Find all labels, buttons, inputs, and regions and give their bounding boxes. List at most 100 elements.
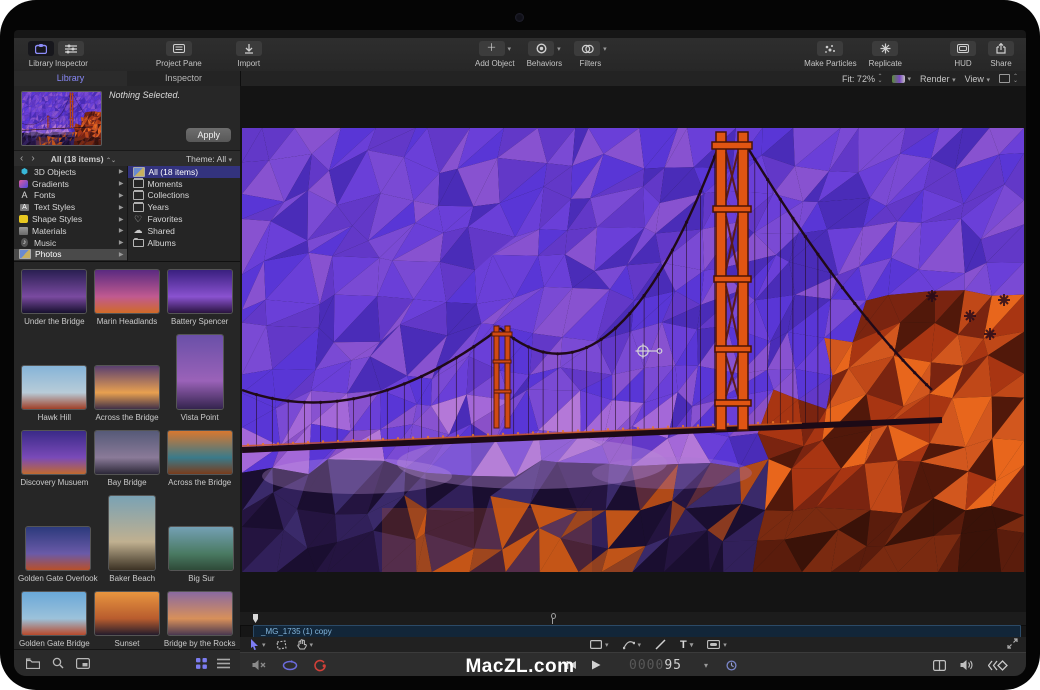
category-icon xyxy=(19,238,30,247)
rectangle-tool[interactable]: ▾ xyxy=(590,640,609,649)
playhead-icon[interactable] xyxy=(253,614,258,623)
photo-item[interactable]: Sunset xyxy=(91,592,164,648)
photo-thumbnail[interactable] xyxy=(95,270,159,313)
category-row[interactable]: Music ▶ xyxy=(14,237,127,249)
tab-inspector[interactable]: Inspector xyxy=(127,71,240,86)
layout-control[interactable]: ⌃⌄ xyxy=(999,74,1018,83)
browser-title[interactable]: All (18 items) ⌃⌄ xyxy=(51,154,116,164)
project-artwork[interactable] xyxy=(242,128,1024,572)
anchor-point-control[interactable] xyxy=(635,343,665,364)
album-row[interactable]: Years xyxy=(128,201,241,213)
category-row[interactable]: Shape Styles ▶ xyxy=(14,213,127,225)
album-row[interactable]: All (18 items) xyxy=(128,166,241,178)
project-pane-button[interactable]: Project Pane xyxy=(156,41,202,68)
library-button[interactable]: Library xyxy=(28,41,54,68)
render-menu[interactable]: Render ▾ xyxy=(920,74,956,84)
timeline-marker-icon[interactable] xyxy=(550,613,555,624)
photo-item[interactable]: Bay Bridge xyxy=(91,431,164,487)
photo-item[interactable]: Under the Bridge xyxy=(18,270,91,326)
inspector-button[interactable]: Inspector xyxy=(55,41,88,68)
mini-timeline-ruler[interactable] xyxy=(240,612,1026,626)
photo-item[interactable]: Battery Spencer xyxy=(163,270,236,326)
back-arrow-icon[interactable]: ‹ xyxy=(20,153,31,164)
photo-thumbnail[interactable] xyxy=(168,431,232,474)
text-tool[interactable]: T▾ xyxy=(680,639,693,651)
line-tool[interactable] xyxy=(655,639,666,650)
import-button[interactable]: Import xyxy=(236,41,262,68)
album-row[interactable]: Collections xyxy=(128,190,241,202)
photo-item[interactable]: Big Sur xyxy=(167,527,236,583)
photo-grid: Under the Bridge Marin Headlands Battery… xyxy=(14,262,240,650)
macbook-mockup: Library Inspector Project Pane xyxy=(0,0,1040,690)
album-row[interactable]: Favorites xyxy=(128,213,241,225)
filters-button[interactable]: ▾ Filters xyxy=(574,41,607,68)
expand-timeline-icon[interactable] xyxy=(1007,638,1018,652)
select-tool[interactable]: ▾ xyxy=(250,639,266,650)
add-object-button[interactable]: ＋▾ Add Object xyxy=(475,41,515,68)
photo-thumbnail[interactable] xyxy=(95,592,159,635)
view-menu[interactable]: View ▾ xyxy=(965,74,990,84)
behaviors-button[interactable]: ▾ Behaviors xyxy=(527,41,563,68)
make-particles-icon xyxy=(817,41,843,56)
project-pane-icon xyxy=(166,41,192,56)
photo-thumbnail[interactable] xyxy=(22,366,86,409)
photo-thumbnail[interactable] xyxy=(169,527,233,570)
album-row[interactable]: Shared xyxy=(128,225,241,237)
canvas-status-bar: Fit: 72% ⌃⌄ ▾ Render ▾ View ▾ ⌃⌄ xyxy=(241,71,1026,86)
hand-tool[interactable]: ▾ xyxy=(297,639,314,650)
photo-item[interactable]: Discovery Musuem xyxy=(18,431,91,487)
album-icon xyxy=(133,215,144,224)
photo-thumbnail[interactable] xyxy=(168,592,232,635)
photo-thumbnail[interactable] xyxy=(22,270,86,313)
category-label: Materials xyxy=(32,226,66,236)
photo-item[interactable]: Vista Point xyxy=(163,335,236,422)
replicate-label: Replicate xyxy=(869,59,902,68)
photo-item[interactable]: Baker Beach xyxy=(98,496,167,583)
theme-menu[interactable]: Theme: All ▾ xyxy=(186,154,232,164)
bezier-tool[interactable]: ▾ xyxy=(623,639,642,650)
category-row[interactable]: Gradients ▶ xyxy=(14,178,127,190)
photo-item[interactable]: Hawk Hill xyxy=(18,366,91,422)
fit-zoom-control[interactable]: Fit: 72% ⌃⌄ xyxy=(842,74,883,84)
canvas-area[interactable] xyxy=(240,86,1026,612)
photo-thumbnail[interactable] xyxy=(109,496,155,570)
photo-item[interactable]: Bridge by the Rocks xyxy=(163,592,236,648)
photo-thumbnail[interactable] xyxy=(26,527,90,570)
category-row[interactable]: 3D Objects ▶ xyxy=(14,166,127,178)
category-icon xyxy=(19,167,30,176)
forward-arrow-icon[interactable]: › xyxy=(31,153,42,164)
replicate-button[interactable]: Replicate xyxy=(869,41,902,68)
photo-thumbnail[interactable] xyxy=(22,431,86,474)
share-button[interactable]: Share xyxy=(988,41,1014,68)
photo-item[interactable]: Golden Gate Bridge xyxy=(18,592,91,648)
category-row[interactable]: Photos ▶ xyxy=(14,249,127,261)
photo-item[interactable]: Golden Gate Overlook xyxy=(18,527,98,583)
photo-item[interactable]: Across the Bridge xyxy=(163,431,236,487)
hud-button[interactable]: HUD xyxy=(950,41,976,68)
photo-thumbnail[interactable] xyxy=(22,592,86,635)
apply-button[interactable]: Apply xyxy=(186,128,231,142)
library-icon xyxy=(28,41,54,56)
photo-item[interactable]: Across the Bridge xyxy=(91,366,164,422)
photo-thumbnail[interactable] xyxy=(95,366,159,409)
album-row[interactable]: Albums xyxy=(128,237,241,249)
tool-bar: ▾ ▾ ▾ ▾ T▾ xyxy=(240,637,1026,652)
category-label: Shape Styles xyxy=(32,214,82,224)
tab-library[interactable]: Library xyxy=(14,71,127,86)
photo-label: Golden Gate Overlook xyxy=(18,574,98,583)
transform-tool[interactable] xyxy=(276,640,287,650)
album-row[interactable]: Moments xyxy=(128,178,241,190)
photo-thumbnail[interactable] xyxy=(95,431,159,474)
make-particles-button[interactable]: Make Particles xyxy=(804,41,856,68)
photo-thumbnail[interactable] xyxy=(168,270,232,313)
album-label: Years xyxy=(148,202,169,212)
category-row[interactable]: Text Styles ▶ xyxy=(14,201,127,213)
photo-item[interactable]: Marin Headlands xyxy=(91,270,164,326)
channels-control[interactable]: ▾ xyxy=(892,75,912,83)
photo-grid-row: Discovery Musuem Bay Bridge Across the B… xyxy=(18,431,236,487)
category-row[interactable]: Fonts ▶ xyxy=(14,190,127,202)
category-row[interactable]: Materials ▶ xyxy=(14,225,127,237)
mask-tool[interactable]: ▾ xyxy=(707,640,727,649)
photo-thumbnail[interactable] xyxy=(177,335,223,409)
library-button-label: Library xyxy=(29,59,53,68)
